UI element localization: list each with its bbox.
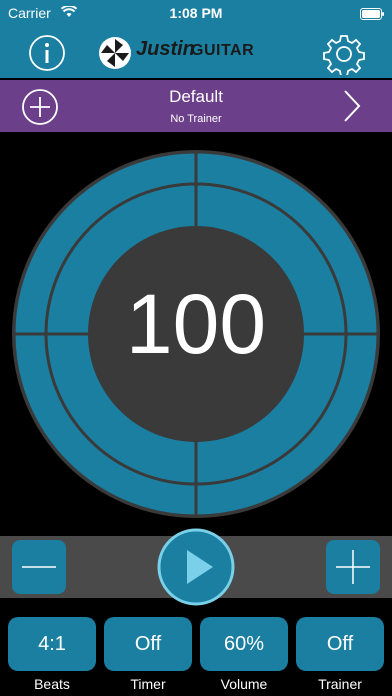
- gear-icon[interactable]: [323, 33, 365, 75]
- volume-button[interactable]: 60%: [200, 617, 288, 671]
- bpm-display: 100: [125, 277, 267, 371]
- preset-name: Default: [169, 87, 223, 106]
- info-icon[interactable]: [28, 34, 66, 72]
- beats-button[interactable]: 4:1: [8, 617, 96, 671]
- logo-brand-text: GUITAR: [191, 42, 255, 59]
- preset-trainer-status: No Trainer: [170, 113, 222, 125]
- logo-script-text: Justin: [136, 38, 195, 60]
- pinwheel-logo-icon: [99, 37, 131, 69]
- battery-icon: [360, 8, 384, 20]
- decrease-tempo-button[interactable]: [12, 540, 66, 594]
- status-time: 1:08 PM: [169, 5, 223, 21]
- volume-label: Volume: [220, 676, 268, 692]
- status-bar: Carrier 1:08 PM: [0, 0, 392, 28]
- minus-icon: [22, 566, 56, 568]
- increase-tempo-button[interactable]: [326, 540, 380, 594]
- play-button[interactable]: [157, 528, 235, 606]
- timer-label: Timer: [130, 676, 166, 692]
- chevron-right-icon[interactable]: [340, 88, 364, 124]
- app-header: Justin GUITAR: [0, 28, 392, 78]
- timer-button[interactable]: Off: [104, 617, 192, 671]
- trainer-button[interactable]: Off: [296, 617, 384, 671]
- justin-guitar-logo: Justin GUITAR: [96, 34, 288, 72]
- plus-icon: [336, 550, 370, 584]
- preset-bar[interactable]: Default No Trainer: [0, 80, 392, 132]
- beats-label: Beats: [34, 676, 70, 692]
- trainer-label: Trainer: [318, 676, 362, 692]
